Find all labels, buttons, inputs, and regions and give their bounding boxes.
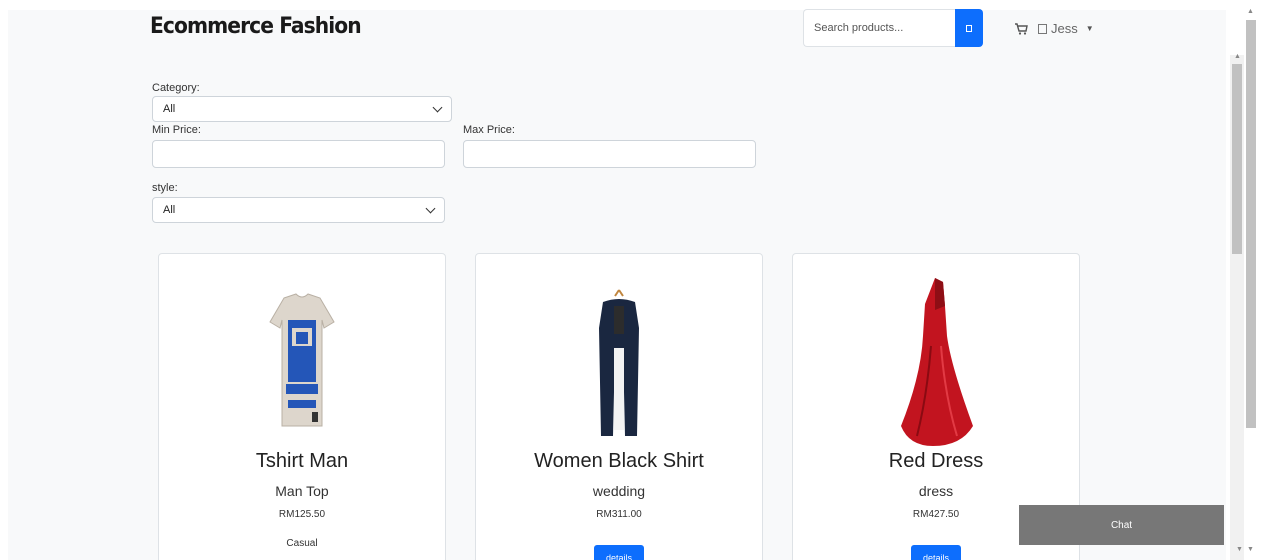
details-button[interactable]: details: [594, 545, 644, 560]
black-shirt-image[interactable]: [476, 274, 762, 449]
style-select-value: All: [163, 204, 176, 216]
search-icon: [966, 24, 972, 32]
content-scroll-up-icon[interactable]: ▲: [1234, 53, 1241, 60]
style-select[interactable]: All: [152, 197, 445, 223]
product-category: Man Top: [275, 483, 329, 499]
scroll-up-arrow-icon[interactable]: ▲: [1247, 8, 1254, 15]
product-title[interactable]: Red Dress: [793, 450, 1079, 473]
window-scrollbar-thumb[interactable]: [1246, 20, 1256, 428]
product-card[interactable]: Tshirt Man Man Top RM125.50 Casual: [158, 253, 446, 560]
category-label: Category:: [152, 82, 200, 94]
caret-down-icon: ▼: [1085, 24, 1094, 33]
product-category: wedding: [592, 483, 646, 499]
product-category: dress: [918, 483, 954, 499]
category-select[interactable]: All: [152, 96, 452, 122]
search-input[interactable]: [803, 9, 956, 47]
style-label: style:: [152, 182, 178, 194]
tshirt-image[interactable]: [159, 274, 445, 449]
product-style: Casual: [286, 538, 318, 549]
product-card[interactable]: Women Black Shirt wedding RM311.00 detai…: [475, 253, 763, 560]
scroll-down-arrow-icon[interactable]: ▼: [1247, 546, 1254, 553]
user-menu-dropdown[interactable]: Jess ▼: [1038, 21, 1094, 36]
search-button[interactable]: [955, 9, 983, 47]
chevron-down-icon: [432, 102, 443, 112]
max-price-input[interactable]: [463, 140, 756, 168]
product-price: RM125.50: [278, 509, 326, 520]
product-title[interactable]: Tshirt Man: [159, 450, 445, 473]
min-price-label: Min Price:: [152, 124, 201, 136]
user-name: Jess: [1051, 21, 1078, 36]
content-scrollbar-thumb[interactable]: [1232, 64, 1242, 254]
cart-icon[interactable]: [1014, 22, 1028, 36]
max-price-label: Max Price:: [463, 124, 515, 136]
brand-logo[interactable]: Ecommerce Fashion: [150, 14, 362, 39]
user-icon: [1038, 23, 1047, 34]
red-dress-image[interactable]: [793, 274, 1079, 449]
min-price-input[interactable]: [152, 140, 445, 168]
content-scroll-down-icon[interactable]: ▼: [1236, 546, 1243, 553]
product-price: RM311.00: [596, 509, 642, 520]
chevron-down-icon: [425, 203, 436, 213]
category-select-value: All: [163, 103, 176, 115]
chat-button[interactable]: Chat: [1019, 505, 1224, 545]
product-title[interactable]: Women Black Shirt: [476, 450, 762, 473]
details-button[interactable]: details: [911, 545, 961, 560]
